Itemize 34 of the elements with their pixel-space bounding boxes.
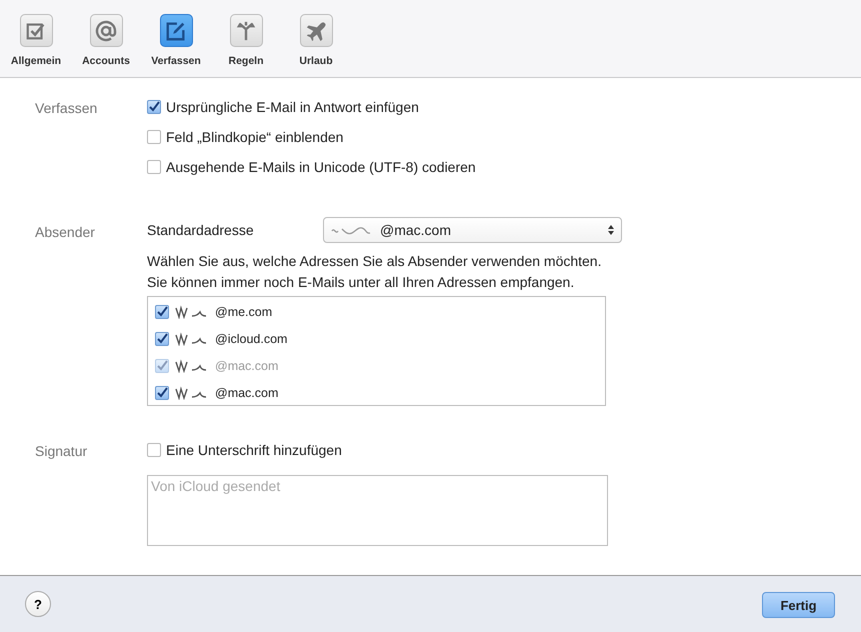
checkbox[interactable] [155,386,169,400]
checkbox[interactable] [147,100,161,114]
done-button[interactable]: Fertig [762,592,835,618]
option-label: Ausgehende E-Mails in Unicode (UTF-8) codieren [166,159,476,175]
toolbar-tab[interactable]: Accounts [80,0,132,77]
checkbox[interactable] [155,304,169,318]
hint-text: Wählen Sie aus, welche Adressen Sie als Absender verwenden möchten. Sie können immer noch E-Mails unter all Ihren Adressen empfangen. [147,252,602,292]
toolbar-tab[interactable]: Regeln [220,0,272,77]
airplane-icon [305,20,327,42]
address-label: @icloud.com [215,332,288,346]
address-dropdown[interactable]: @mac.com [323,217,622,243]
address-label: @me.com [215,304,272,318]
stepper-arrows-icon [607,223,615,237]
section-label: Absender [35,223,96,242]
toolbar-tab[interactable]: Verfassen [150,0,202,77]
section-label: Verfassen [35,99,98,118]
checkbox[interactable] [155,332,169,346]
toolbar-tab[interactable]: Allgemein [10,0,62,77]
address-label: @mac.com [215,358,278,372]
field-label: Standardadresse [147,222,255,238]
help-button[interactable]: ? [25,591,51,617]
option-label: Eine Unterschrift hinzufügen [166,442,342,458]
checkbox[interactable] [147,130,161,144]
option-label: Feld „Blindkopie“ einblenden [166,129,344,145]
signature-field[interactable]: Von iCloud gesendet [147,475,608,546]
compose-icon [165,20,187,42]
checkbox[interactable] [147,160,161,174]
split-arrows-icon [235,20,257,42]
toolbar-tab[interactable]: Urlaub [290,0,342,77]
address-label: @mac.com [215,386,278,400]
checkbox[interactable] [147,443,161,457]
option-label: Ursprüngliche E-Mail in Antwort einfügen [166,99,419,115]
at-sign-icon [94,18,118,42]
section-label: Signatur [35,442,88,461]
